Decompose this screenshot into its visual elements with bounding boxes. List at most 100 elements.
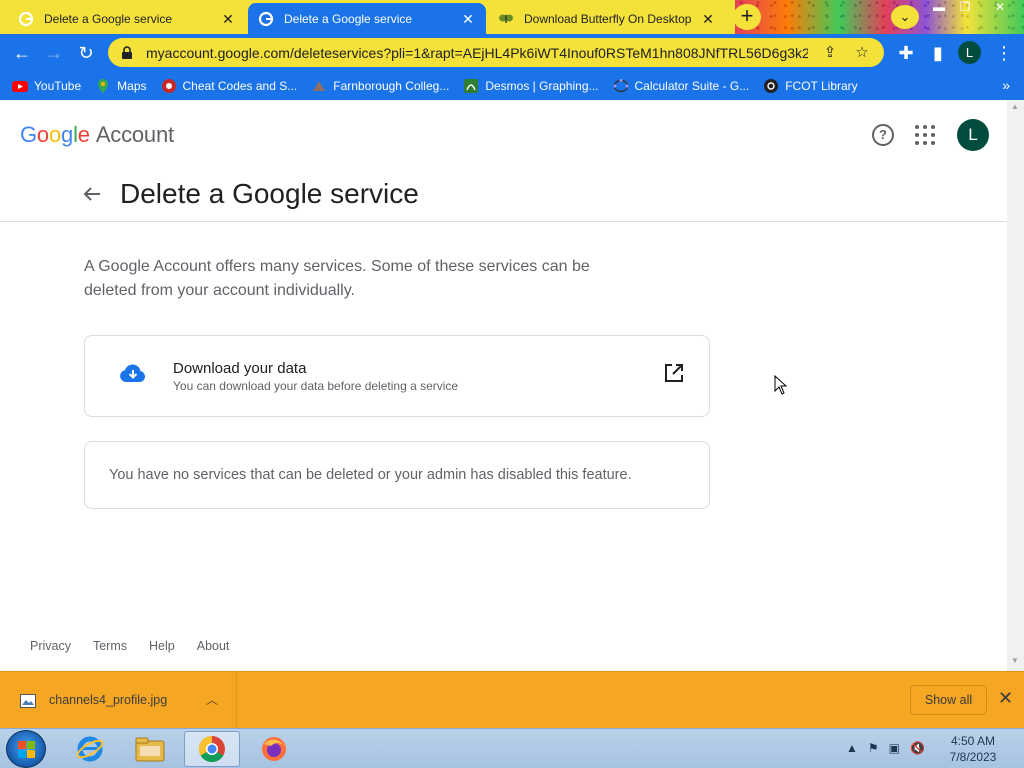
image-file-icon <box>20 694 36 708</box>
intro-text: A Google Account offers many services. S… <box>84 258 590 299</box>
minimize-button[interactable]: ▬ <box>926 0 952 17</box>
page-scrollbar[interactable]: ▲ ▼ <box>1007 100 1024 671</box>
geogebra-icon <box>613 78 628 92</box>
download-bar: channels4_profile.jpg ︿ Show all ✕ <box>0 671 1024 729</box>
tab-download-butterfly[interactable]: Download Butterfly On Desktop ✕ <box>488 3 726 34</box>
bookmark-desmos[interactable]: Desmos | Graphing... <box>463 78 599 94</box>
taskbar-internet-explorer[interactable] <box>62 731 118 767</box>
clock-time: 4:50 AM <box>950 734 996 748</box>
tab-close-icon[interactable]: ✕ <box>700 11 716 27</box>
close-window-button[interactable]: ✕ <box>980 0 1020 17</box>
account-label: Account <box>95 122 174 147</box>
download-item[interactable]: channels4_profile.jpg ︿ <box>0 672 237 729</box>
tab-title: Delete a Google service <box>284 11 413 26</box>
share-icon[interactable]: ⇪ <box>820 43 840 63</box>
address-bar[interactable]: myaccount.google.com/deleteservices?pli=… <box>108 38 884 67</box>
footer-link-about[interactable]: About <box>197 639 230 653</box>
tab-close-icon[interactable]: ✕ <box>460 11 476 27</box>
internet-explorer-icon <box>76 736 104 762</box>
chrome-menu-icon[interactable]: ⋮ <box>990 39 1018 67</box>
taskbar-chrome[interactable] <box>184 731 240 767</box>
page-content: Google Account ? L Delete a Google servic… <box>0 100 1007 671</box>
tab-delete-service-1[interactable]: Delete a Google service ✕ <box>8 3 246 34</box>
lock-icon <box>122 45 132 59</box>
tab-title: Download Butterfly On Desktop <box>524 11 692 26</box>
bookmarks-bar: YouTube Maps Cheat Codes and S... Farnbo… <box>0 71 1024 100</box>
reload-icon[interactable]: ↻ <box>72 39 100 67</box>
open-in-new-icon[interactable] <box>663 362 685 384</box>
profile-avatar[interactable]: L <box>958 41 981 64</box>
page-title-row: Delete a Google service <box>0 170 1007 222</box>
maps-icon <box>98 78 109 93</box>
forward-arrow-icon[interactable]: → <box>40 39 68 67</box>
network-icon[interactable]: ▣ <box>889 741 900 755</box>
tab-close-icon[interactable]: ✕ <box>220 11 236 27</box>
maximize-button[interactable]: ❐ <box>952 0 978 17</box>
bookmarks-overflow-icon[interactable]: » <box>1002 77 1010 93</box>
system-tray: ▲ ⚑ ▣ 🔇 <box>846 741 935 755</box>
google-wordmark: Google <box>20 122 90 147</box>
side-panel-icon[interactable]: ▮ <box>924 39 952 67</box>
butterfly-icon <box>499 14 513 23</box>
tab-search-chevron-icon[interactable]: ⌄ <box>891 5 919 29</box>
volume-muted-icon[interactable]: 🔇 <box>910 741 925 755</box>
google-g-icon <box>18 11 34 26</box>
site-icon <box>161 78 176 93</box>
tab-title: Delete a Google service <box>44 11 173 26</box>
taskbar-firefox[interactable] <box>246 731 302 767</box>
extensions-puzzle-icon[interactable]: ✚ <box>892 39 920 67</box>
footer-link-privacy[interactable]: Privacy <box>30 639 71 653</box>
chrome-icon <box>198 735 225 763</box>
no-services-message: You have no services that can be deleted… <box>109 467 632 483</box>
download-card-subtitle: You can download your data before deleti… <box>173 379 459 393</box>
show-hidden-icons-icon[interactable]: ▲ <box>846 741 858 755</box>
taskbar-file-explorer[interactable] <box>122 731 178 767</box>
bookmark-calculator-suite[interactable]: Calculator Suite - G... <box>613 78 749 94</box>
clock-date: 7/8/2023 <box>949 750 997 764</box>
bookmark-cheat-codes[interactable]: Cheat Codes and S... <box>161 78 297 94</box>
account-avatar[interactable]: L <box>957 119 989 151</box>
bookmark-farnborough[interactable]: Farnborough Colleg... <box>311 78 449 94</box>
bookmark-youtube[interactable]: YouTube <box>12 78 81 94</box>
google-g-icon <box>258 11 274 26</box>
windows-taskbar: ▲ ⚑ ▣ 🔇 4:50 AM 7/8/2023 <box>0 728 1024 768</box>
windows-logo-icon <box>18 741 35 758</box>
chevron-up-icon[interactable]: ︿ <box>206 691 218 708</box>
back-arrow-icon[interactable] <box>80 182 104 206</box>
url-text[interactable]: myaccount.google.com/deleteservices?pli=… <box>146 45 808 61</box>
google-account-header: Google Account ? L <box>0 100 1007 168</box>
download-your-data-card[interactable]: Download your data You can download your… <box>84 335 710 417</box>
bookmark-fcot-library[interactable]: FCOT Library <box>763 78 858 94</box>
show-all-button[interactable]: Show all <box>910 685 987 715</box>
no-services-card: You have no services that can be deleted… <box>84 441 710 509</box>
system-clock[interactable]: 4:50 AM 7/8/2023 <box>940 733 1006 765</box>
back-arrow-icon[interactable]: ← <box>8 39 36 67</box>
action-center-flag-icon[interactable]: ⚑ <box>868 741 879 755</box>
start-button[interactable] <box>6 730 46 768</box>
google-apps-grid-icon[interactable] <box>915 125 935 145</box>
browser-toolbar: ← → ↻ myaccount.google.com/deleteservice… <box>0 34 1024 71</box>
bookmark-star-icon[interactable]: ☆ <box>852 43 872 63</box>
youtube-icon <box>12 80 28 92</box>
mouse-cursor-icon <box>774 375 788 395</box>
college-icon <box>313 80 326 91</box>
close-download-bar-icon[interactable]: ✕ <box>998 688 1013 709</box>
download-card-title: Download your data <box>173 360 307 377</box>
footer-link-terms[interactable]: Terms <box>93 639 127 653</box>
google-account-logo[interactable]: Google Account <box>20 122 174 148</box>
cloud-download-icon <box>120 364 146 382</box>
help-icon[interactable]: ? <box>872 124 894 146</box>
file-explorer-icon <box>135 737 165 762</box>
firefox-icon <box>262 737 286 761</box>
library-icon <box>764 78 779 93</box>
tab-delete-service-2[interactable]: Delete a Google service ✕ <box>248 3 486 34</box>
download-file-name: channels4_profile.jpg <box>49 693 168 707</box>
bookmark-maps[interactable]: Maps <box>95 78 147 94</box>
footer-link-help[interactable]: Help <box>149 639 175 653</box>
page-title: Delete a Google service <box>120 178 419 209</box>
page-footer: Privacy Terms Help About <box>30 639 251 653</box>
new-tab-button[interactable]: + <box>733 4 761 30</box>
scroll-down-icon[interactable]: ▼ <box>1011 656 1019 665</box>
scroll-up-icon[interactable]: ▲ <box>1011 102 1019 111</box>
desmos-icon <box>464 78 479 93</box>
